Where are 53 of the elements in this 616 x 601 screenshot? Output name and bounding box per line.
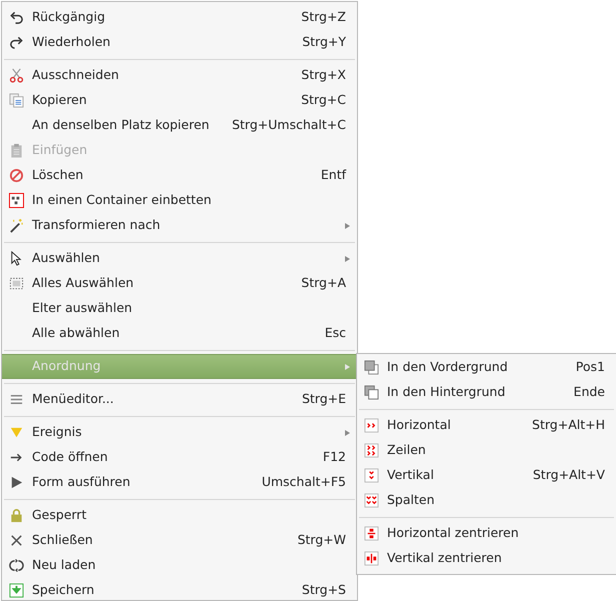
menu-item[interactable]: Code öffnen F12 <box>2 445 357 470</box>
center-horizontal-icon <box>364 526 379 541</box>
vertical-arrange-icon <box>364 468 379 483</box>
menu-item[interactable]: Auswählen <box>2 246 357 271</box>
menu-item[interactable]: Alles Auswählen Strg+A <box>2 271 357 296</box>
save-icon <box>9 583 24 598</box>
lock-icon <box>9 508 24 523</box>
menu-icon <box>9 392 24 407</box>
rows-arrange-icon <box>364 443 379 458</box>
menu-item[interactable]: Ausschneiden Strg+X <box>2 63 357 88</box>
menu-item[interactable]: Speichern Strg+S <box>2 578 357 601</box>
redo-icon <box>9 35 24 50</box>
menu-item[interactable]: Ereignis <box>2 420 357 445</box>
triangle-down-icon <box>9 425 24 440</box>
menu-item[interactable]: Horizontal zentrieren <box>357 521 616 546</box>
menu-item[interactable]: Form ausführen Umschalt+F5 <box>2 470 357 495</box>
menu-item[interactable]: Zeilen <box>357 438 616 463</box>
menu-item[interactable]: Vertikal zentrieren <box>357 546 616 571</box>
container-icon <box>9 193 24 208</box>
magic-wand-icon <box>9 218 24 233</box>
menu-item[interactable]: In den Vordergrund Pos1 <box>357 355 616 380</box>
menu-item[interactable]: Vertikal Strg+Alt+V <box>357 463 616 488</box>
menu-item[interactable]: Spalten <box>357 488 616 513</box>
clipboard-icon <box>9 143 24 158</box>
reload-icon <box>9 558 24 573</box>
menu-item[interactable]: In einen Container einbetten <box>2 188 357 213</box>
menu-item[interactable]: Menüeditor... Strg+E <box>2 387 357 412</box>
menu-item[interactable]: Horizontal Strg+Alt+H <box>357 413 616 438</box>
scissors-icon <box>9 68 24 83</box>
menu-item[interactable]: Alle abwählen Esc <box>2 321 357 346</box>
horizontal-arrange-icon <box>364 418 379 433</box>
menu-item[interactable]: In den Hintergrund Ende <box>357 380 616 405</box>
menu-item[interactable]: An denselben Platz kopieren Strg+Umschalt+C <box>2 113 357 138</box>
center-vertical-icon <box>364 551 379 566</box>
layers-icon <box>364 360 379 375</box>
play-icon <box>9 475 24 490</box>
undo-icon <box>9 10 24 25</box>
menu-item[interactable]: Schließen Strg+W <box>2 528 357 553</box>
menu-item[interactable]: Gesperrt <box>2 503 357 528</box>
menu-item[interactable]: Kopieren Strg+C <box>2 88 357 113</box>
layers-icon <box>364 385 379 400</box>
selection-icon <box>9 276 24 291</box>
menu-item[interactable]: Elter auswählen <box>2 296 357 321</box>
close-icon <box>9 533 24 548</box>
menu-item[interactable]: Rückgängig Strg+Z <box>2 5 357 30</box>
columns-arrange-icon <box>364 493 379 508</box>
prohibited-icon <box>9 168 24 183</box>
menu-item[interactable]: Transformieren nach <box>2 213 357 238</box>
menu-item[interactable]: Wiederholen Strg+Y <box>2 30 357 55</box>
menu-item[interactable]: Löschen Entf <box>2 163 357 188</box>
copy-icon <box>9 93 24 108</box>
menu-item[interactable]: Neu laden <box>2 553 357 578</box>
cursor-icon <box>9 251 24 266</box>
